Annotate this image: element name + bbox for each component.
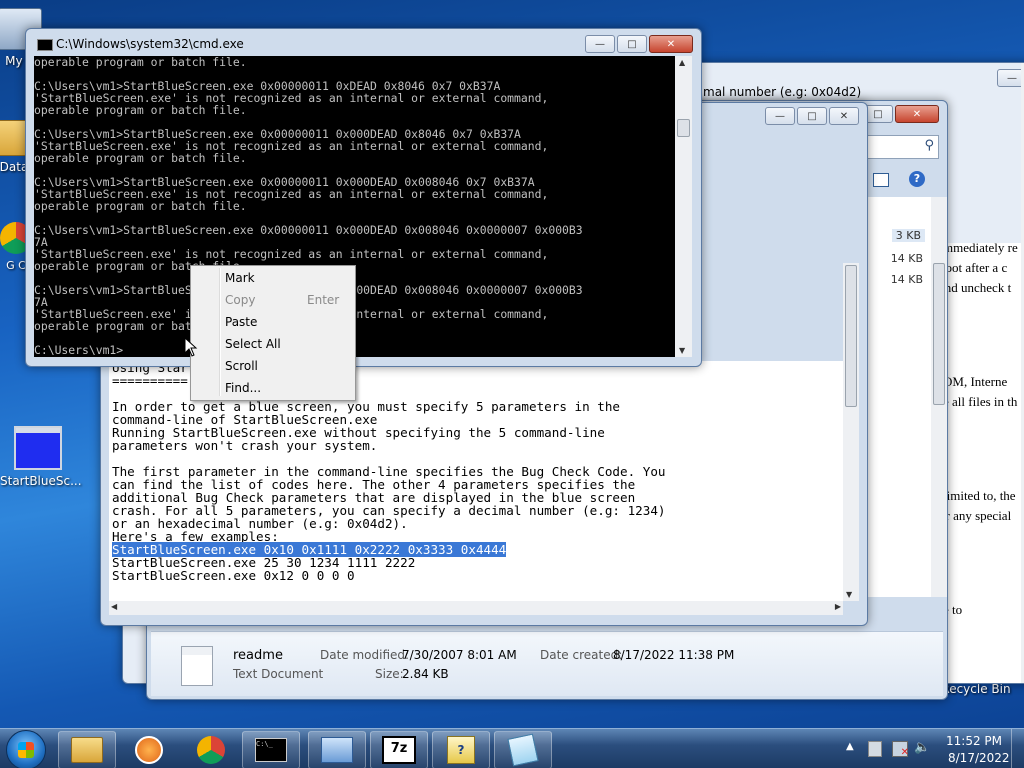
cmd-icon: C:\_ [255,738,287,762]
context-menu: Mark Copy Enter Paste Select All Scroll … [190,265,356,401]
menu-item-scroll[interactable]: Scroll [225,359,258,373]
windows-logo-icon [18,742,34,758]
show-desktop-button[interactable] [1011,729,1024,768]
date-modified-label: Date modified: [320,648,410,662]
date-modified-value: 7/30/2007 8:01 AM [402,648,517,662]
notepad-icon [507,733,539,767]
cmd-app-icon [37,39,53,51]
minimize-button[interactable]: — [765,107,795,125]
menu-item-copy[interactable]: Copy [225,293,255,307]
text-line: limited to, the [943,488,1016,503]
hidden-text-line: mal number (e.g: 0x04d2) [703,85,862,99]
taskbar: C:\_ 7z ? ▲ ✕ 🔈 11:52 PM 8/17/2022 [0,728,1024,768]
details-pane: readme Text Document Date modified: 7/30… [151,631,943,696]
taskbar-notepad[interactable] [494,731,552,768]
network-status-icon[interactable]: ✕ [892,741,909,758]
clock-date[interactable]: 8/17/2022 [948,751,1010,765]
taskbar-media-player[interactable] [120,731,178,768]
maximize-button[interactable]: □ [617,35,647,53]
file-type: Text Document [233,667,324,681]
menu-gutter-divider [219,268,221,396]
text-line: StartBlueScreen.exe 0x12 0 0 0 0 [112,568,355,583]
network-manager-icon [321,737,353,763]
text-line: boot after a c [939,260,1008,275]
scroll-right-arrow-icon[interactable]: ▶ [835,602,841,611]
taskbar-chrome[interactable] [182,731,240,768]
taskbar-help-file[interactable]: ? [432,731,490,768]
file-size-cell: 3 KB [891,229,925,242]
taskbar-7zip[interactable]: 7z [370,731,428,768]
text-line: parameters won't crash your system. [112,438,378,453]
help-file-icon: ? [447,736,475,764]
menu-item-mark[interactable]: Mark [225,271,255,285]
minimize-button[interactable]: — [997,69,1024,87]
close-button[interactable]: ✕ [649,35,693,53]
media-player-icon [135,736,163,764]
text-document-icon [181,646,213,686]
menu-item-select-all[interactable]: Select All [225,337,281,351]
desktop-icon-label: G C [6,259,26,272]
menu-item-copy-shortcut: Enter [307,293,340,307]
action-center-flag-icon[interactable] [868,741,882,757]
desktop-icon-label: StartBlueSc... [0,474,82,488]
scroll-thumb[interactable] [933,263,945,405]
text-line: e all files in th [943,394,1018,409]
clock-time[interactable]: 11:52 PM [946,734,1002,748]
show-hidden-icons-button[interactable]: ▲ [846,741,854,752]
search-icon: ⚲ [924,138,934,153]
scroll-thumb[interactable] [845,265,857,407]
scroll-thumb[interactable] [677,119,690,137]
scroll-down-arrow-icon[interactable]: ▼ [846,590,852,599]
text-line: and uncheck t [939,280,1012,295]
scrollbar-vertical[interactable]: ▲ ▼ [675,56,692,357]
preview-pane-icon[interactable] [873,173,889,187]
taskbar-network-manager[interactable] [308,731,366,768]
menu-item-paste[interactable]: Paste [225,315,257,329]
desktop-icon-label: Recycle Bin [941,682,1011,696]
taskbar-cmd[interactable]: C:\_ [242,731,300,768]
volume-icon[interactable]: 🔈 [914,740,930,755]
scrollbar-vertical[interactable] [931,197,947,597]
search-box[interactable]: ⚲ [867,135,939,159]
taskbar-file-explorer[interactable] [58,731,116,768]
scroll-left-arrow-icon[interactable]: ◀ [111,602,117,611]
file-list: 3 KB 14 KB 14 KB [867,197,947,597]
folder-icon [71,737,103,763]
file-size-cell: 14 KB [890,273,923,286]
text-line: or any special [939,508,1012,523]
cmd-window[interactable]: C:\Windows\system32\cmd.exe — □ ✕ operab… [25,28,702,367]
size-value: 2.84 KB [402,667,449,681]
toolbar: ? [867,167,947,193]
maximize-button[interactable]: □ [797,107,827,125]
close-button[interactable]: ✕ [895,105,939,123]
network-error-icon: ✕ [900,747,909,758]
text-line: OM, Interne [943,374,1008,389]
date-created-label: Date created: [540,648,623,662]
window-title: C:\Windows\system32\cmd.exe [56,37,244,51]
desktop-icon-startbluescreen[interactable]: StartBlueSc... [0,426,82,488]
scroll-up-arrow-icon[interactable]: ▲ [679,58,685,67]
menu-item-find[interactable]: Find... [225,381,261,395]
scroll-down-arrow-icon[interactable]: ▼ [679,346,685,355]
minimize-button[interactable]: — [585,35,615,53]
7zip-icon: 7z [382,736,416,764]
date-created-value: 8/17/2022 11:38 PM [613,648,735,662]
start-button[interactable] [6,730,46,768]
scrollbar-horizontal[interactable]: ◀ ▶ [109,601,843,615]
application-window-icon [14,426,62,470]
help-icon[interactable]: ? [909,171,925,187]
file-name: readme [233,648,283,663]
size-label: Size: [375,667,404,681]
file-size-cell: 14 KB [890,252,923,265]
scrollbar-vertical[interactable]: ▼ [843,263,859,601]
mouse-cursor-icon [184,337,198,357]
close-button[interactable]: ✕ [829,107,859,125]
chrome-icon [197,736,225,764]
text-line: mmediately re [943,243,1018,255]
